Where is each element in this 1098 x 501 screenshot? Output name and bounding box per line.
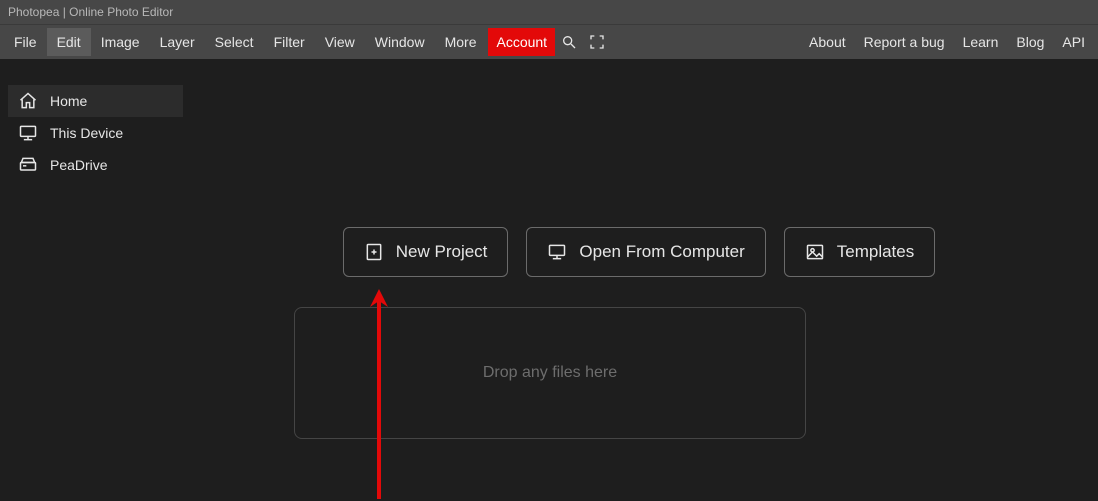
menu-select[interactable]: Select bbox=[205, 28, 264, 56]
templates-label: Templates bbox=[837, 242, 914, 262]
dropzone-text: Drop any files here bbox=[483, 364, 617, 382]
link-about-label: About bbox=[809, 34, 846, 50]
link-learn[interactable]: Learn bbox=[954, 28, 1008, 56]
link-report[interactable]: Report a bug bbox=[855, 28, 954, 56]
dropzone[interactable]: Drop any files here bbox=[294, 307, 806, 439]
link-api-label: API bbox=[1062, 34, 1085, 50]
menu-filter[interactable]: Filter bbox=[264, 28, 315, 56]
link-api[interactable]: API bbox=[1053, 28, 1094, 56]
new-project-icon bbox=[364, 242, 384, 262]
menu-edit[interactable]: Edit bbox=[47, 28, 91, 56]
menu-file-label: File bbox=[14, 34, 37, 50]
menu-window-label: Window bbox=[375, 34, 425, 50]
home-icon bbox=[18, 91, 38, 111]
sidebar-item-label: This Device bbox=[50, 125, 123, 141]
sidebar: Home This Device PeaDrive bbox=[8, 85, 183, 181]
new-project-button[interactable]: New Project bbox=[343, 227, 509, 277]
main-panel: New Project Open From Computer Templates… bbox=[200, 59, 1078, 501]
menu-edit-label: Edit bbox=[57, 34, 81, 50]
menu-file[interactable]: File bbox=[4, 28, 47, 56]
window-title: Photopea | Online Photo Editor bbox=[8, 5, 173, 19]
new-project-label: New Project bbox=[396, 242, 488, 262]
menu-image[interactable]: Image bbox=[91, 28, 150, 56]
menu-select-label: Select bbox=[215, 34, 254, 50]
templates-button[interactable]: Templates bbox=[784, 227, 935, 277]
link-blog-label: Blog bbox=[1016, 34, 1044, 50]
link-blog[interactable]: Blog bbox=[1007, 28, 1053, 56]
menu-account-label: Account bbox=[496, 34, 547, 50]
menu-account[interactable]: Account bbox=[488, 28, 555, 56]
open-from-computer-label: Open From Computer bbox=[579, 242, 744, 262]
search-icon[interactable] bbox=[555, 28, 583, 56]
menu-window[interactable]: Window bbox=[365, 28, 435, 56]
sidebar-item-device[interactable]: This Device bbox=[8, 117, 183, 149]
monitor-icon bbox=[547, 242, 567, 262]
sidebar-item-home[interactable]: Home bbox=[8, 85, 183, 117]
menu-more-label: More bbox=[445, 34, 477, 50]
link-learn-label: Learn bbox=[963, 34, 999, 50]
menu-layer-label: Layer bbox=[160, 34, 195, 50]
content-area: Home This Device PeaDrive New Project bbox=[0, 59, 1098, 501]
menu-filter-label: Filter bbox=[274, 34, 305, 50]
menu-view[interactable]: View bbox=[315, 28, 365, 56]
menubar: File Edit Image Layer Select Filter View… bbox=[0, 25, 1098, 59]
image-icon bbox=[805, 242, 825, 262]
fullscreen-icon[interactable] bbox=[583, 28, 611, 56]
sidebar-item-label: Home bbox=[50, 93, 87, 109]
action-button-row: New Project Open From Computer Templates bbox=[200, 227, 1078, 277]
sidebar-item-peadrive[interactable]: PeaDrive bbox=[8, 149, 183, 181]
menu-image-label: Image bbox=[101, 34, 140, 50]
link-report-label: Report a bug bbox=[864, 34, 945, 50]
menu-layer[interactable]: Layer bbox=[150, 28, 205, 56]
sidebar-item-label: PeaDrive bbox=[50, 157, 108, 173]
menu-view-label: View bbox=[325, 34, 355, 50]
link-about[interactable]: About bbox=[800, 28, 855, 56]
open-from-computer-button[interactable]: Open From Computer bbox=[526, 227, 765, 277]
window-titlebar: Photopea | Online Photo Editor bbox=[0, 0, 1098, 25]
menu-more[interactable]: More bbox=[435, 28, 487, 56]
monitor-icon bbox=[18, 123, 38, 143]
drive-icon bbox=[18, 155, 38, 175]
